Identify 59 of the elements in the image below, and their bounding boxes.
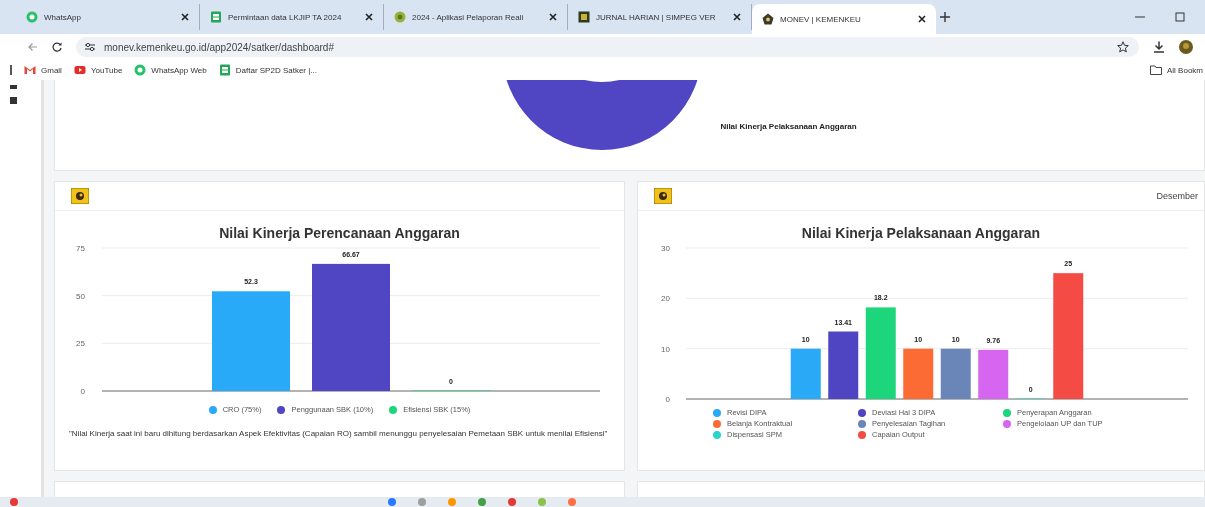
camera-icon[interactable]	[654, 188, 672, 204]
close-icon[interactable]	[918, 15, 926, 23]
axis-label: 20	[661, 294, 670, 304]
bookmark[interactable]: Gmail	[24, 64, 62, 76]
sheet-icon	[218, 64, 231, 76]
star-icon[interactable]	[1117, 41, 1129, 53]
restore-icon[interactable]	[1175, 12, 1185, 22]
axis-label: 0	[80, 387, 85, 396]
legend-label: Nilai Kinerja Pelaksanaan Anggaran	[720, 122, 857, 131]
avatar-icon[interactable]	[1179, 40, 1193, 54]
reload-icon[interactable]	[52, 42, 62, 52]
browser-tab[interactable]: MONEV | KEMENKEU	[752, 4, 936, 34]
app-icon[interactable]	[388, 498, 396, 506]
close-icon[interactable]	[181, 13, 189, 21]
close-icon[interactable]	[733, 13, 741, 21]
bookmark[interactable]: All Bookm	[1150, 65, 1205, 75]
axis-label: 25	[76, 339, 85, 349]
tab-title: Permintaan data LKJIP TA 2024	[228, 12, 343, 22]
tab-title: JURNAL HARIAN | SIMPEG VER	[596, 12, 717, 22]
globe-icon	[394, 11, 406, 23]
address-bar[interactable]: monev.kemenkeu.go.id/app2024/satker/dashboard#	[76, 37, 1139, 57]
period-label: Desember	[1156, 191, 1198, 201]
app-icon[interactable]	[10, 498, 18, 506]
browser-tab[interactable]: JURNAL HARIAN | SIMPEG VER	[568, 4, 752, 30]
mail-icon	[24, 64, 36, 76]
chart-title: Nilai Kinerja Perencanaan Anggaran	[218, 225, 461, 241]
app-icon[interactable]	[478, 498, 486, 506]
tab-title: MONEV | KEMENKEU	[780, 14, 862, 24]
add-tab-icon[interactable]	[940, 12, 950, 22]
camera-icon[interactable]	[71, 188, 89, 204]
browser-tab[interactable]: 2024 - Aplikasi Pelaporan Reali	[384, 4, 568, 30]
folder-icon	[1150, 65, 1162, 75]
app-icon[interactable]	[508, 498, 516, 506]
download-icon[interactable]	[1153, 41, 1165, 53]
axis-label: 50	[76, 291, 85, 301]
axis-label: 75	[76, 244, 85, 253]
video-icon	[73, 64, 86, 76]
axis-label: 10	[661, 344, 670, 354]
chat-icon	[26, 11, 38, 23]
close-icon[interactable]	[365, 13, 373, 21]
bookmark[interactable]: Daftar SP2D Satker |...	[218, 64, 317, 76]
bookmark[interactable]: YouTube	[73, 64, 123, 76]
axis-label: 30	[661, 244, 670, 253]
browser-tab[interactable]: WhatsApp	[16, 4, 200, 30]
chart-title: Nilai Kinerja Pelaksanaan Anggaran	[800, 225, 1042, 241]
bookmark[interactable]: WhatsApp Web	[134, 64, 207, 76]
site-settings-icon[interactable]	[84, 42, 96, 52]
emblem-icon	[762, 13, 774, 25]
axis-label: 0	[665, 395, 670, 404]
browser-tab[interactable]: Permintaan data LKJIP TA 2024	[200, 4, 384, 30]
chat-icon	[134, 64, 147, 76]
url-text: monev.kemenkeu.go.id/app2024/satker/dashboard#	[104, 41, 335, 53]
back-icon[interactable]	[28, 42, 38, 52]
tab-title: 2024 - Aplikasi Pelaporan Reali	[412, 12, 525, 22]
square-icon	[578, 11, 590, 23]
close-icon[interactable]	[549, 13, 557, 21]
sheet-icon	[210, 11, 222, 23]
tab-title: WhatsApp	[44, 12, 82, 22]
note-text: "Nilai Kinerja saat ini baru dihitung berdasarkan Aspek Efektivitas (Capaian RO) sambil menunggu penyelesaian Pemetaan SBK untuk menilai Efisiensi"	[68, 428, 609, 440]
